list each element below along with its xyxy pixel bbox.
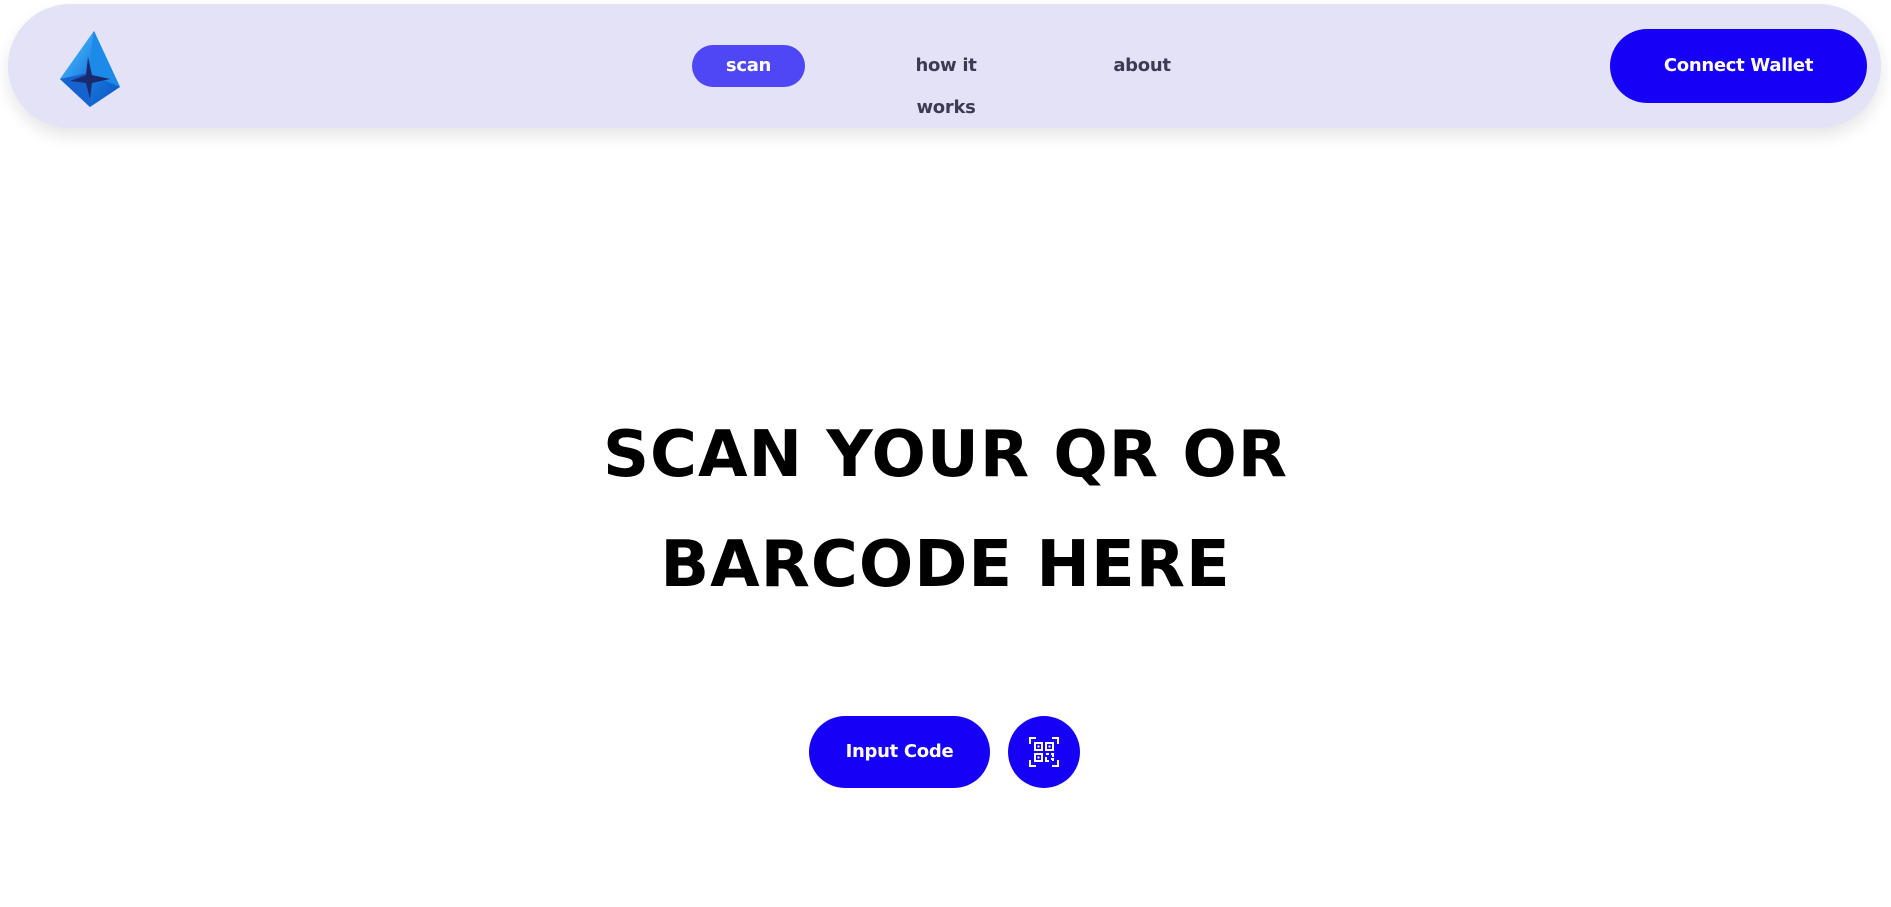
top-navbar: scan how it works about Connect Wallet xyxy=(8,4,1881,128)
connect-wallet-button[interactable]: Connect Wallet xyxy=(1610,29,1867,103)
qr-code-icon xyxy=(1029,737,1059,767)
input-code-button[interactable]: Input Code xyxy=(809,716,990,788)
crystal-logo-icon[interactable] xyxy=(58,29,122,109)
nav-link-about[interactable]: about xyxy=(1112,45,1172,87)
hero-title-line-2: BARCODE HERE xyxy=(660,528,1231,602)
nav-link-how-it-works[interactable]: how it works xyxy=(884,45,1008,118)
scan-qr-button[interactable] xyxy=(1008,716,1080,788)
hero-title-line-1: SCAN YOUR QR OR xyxy=(602,418,1289,492)
hero-title: SCAN YOUR QR OR BARCODE HERE xyxy=(0,400,1891,620)
nav-link-scan[interactable]: scan xyxy=(692,45,805,87)
